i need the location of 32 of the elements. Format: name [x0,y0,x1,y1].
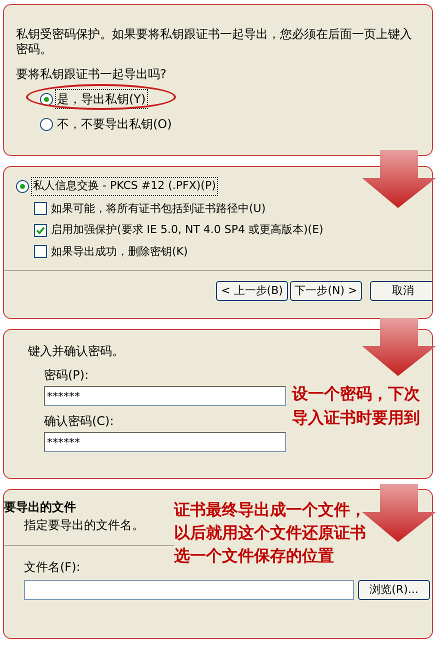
checkbox-label: 如果可能，将所有证书包括到证书路径中(U) [51,200,266,216]
annotation-text: 选一个文件保存的位置 [174,545,335,567]
wizard-button[interactable]: 取消 [370,281,432,301]
checkbox[interactable] [34,202,47,216]
radio-label: 私人信息交换 - PKCS #12 (.PFX)(P) [31,177,218,196]
checkbox[interactable] [34,245,47,258]
password-field[interactable]: ****** [44,432,286,452]
field-label: 密码(P): [44,367,90,384]
radio-button[interactable] [40,92,53,106]
annotation-text: 证书最终导出成一个文件， [174,499,366,521]
browse-button[interactable]: 浏览(R)... [358,580,430,600]
radio-button[interactable] [40,118,53,130]
annotation-text: 设一个密码，下次 [292,383,420,405]
wizard-button[interactable]: 下一步(N) > [290,281,362,301]
radio-label: 是，导出私钥(Y) [55,89,148,109]
file-name-field[interactable] [24,580,354,600]
radio-button[interactable] [16,180,29,193]
wizard-button[interactable]: < 上一步(B) [216,281,288,301]
checkbox-label: 启用加强保护(要求 IE 5.0, NT 4.0 SP4 或更高版本)(E) [51,222,324,238]
description-text: 私钥受密码保护。如果要将私钥跟证书一起导出，您必须在后面一页上键入密码。 [16,27,413,57]
page-heading: 要导出的文件 [4,499,77,516]
checkbox[interactable] [34,224,47,237]
field-label: 确认密码(C): [44,413,115,430]
radio-label: 不，不要导出私钥(O) [56,116,173,133]
question-text: 要将私钥跟证书一起导出吗? [16,66,168,83]
annotation-text: 以后就用这个文件还原证书 [174,522,366,544]
checkbox-label: 如果导出成功，删除密钥(K) [51,244,188,260]
annotation-text: 导入证书时要用到 [292,407,420,429]
field-label: 文件名(F): [24,559,82,576]
password-field[interactable]: ****** [44,386,286,406]
instruction-text: 键入并确认密码。 [28,343,125,360]
page-subheading: 指定要导出的文件名。 [24,517,145,534]
